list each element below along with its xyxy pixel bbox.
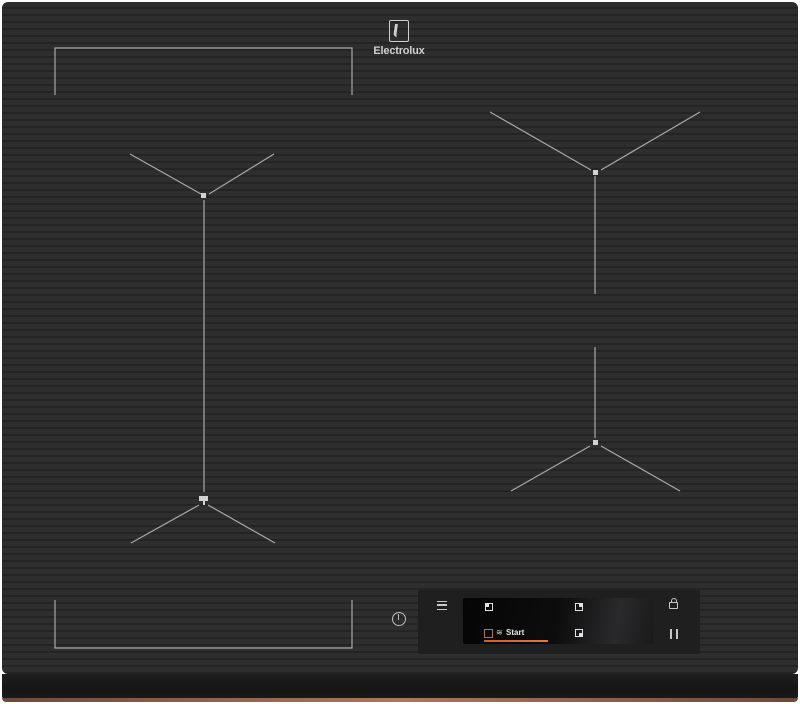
left-zone-upper-left-arm	[129, 153, 202, 195]
zone-bottom-right-icon[interactable]	[575, 629, 583, 637]
start-indicator-bar	[484, 640, 548, 642]
left-zone-lower-left-arm	[130, 504, 200, 544]
right-lower-zone-left-arm	[510, 445, 591, 492]
left-zone-upper-right-arm	[208, 153, 275, 195]
cooktop-image: Electrolux ≋ Start	[0, 0, 800, 704]
power-icon[interactable]	[392, 612, 406, 626]
zone-bottom-left-icon[interactable]	[484, 629, 493, 638]
cooking-zone-markings	[54, 47, 701, 649]
wifi-icon: ≋	[496, 628, 503, 637]
left-zone-upper-dot	[201, 193, 206, 198]
right-upper-zone-left-arm	[489, 111, 592, 171]
right-lower-zone-dot	[593, 440, 598, 445]
brand-name: Electrolux	[373, 45, 425, 57]
menu-icon[interactable]	[437, 601, 447, 610]
right-lower-zone-right-arm	[600, 445, 681, 492]
glass-cooktop-surface	[2, 2, 798, 674]
electrolux-logo-icon	[389, 20, 409, 42]
zone-top-right-icon[interactable]	[575, 603, 583, 611]
pause-icon[interactable]	[670, 629, 678, 639]
brand-logo: Electrolux	[360, 20, 438, 57]
lock-icon[interactable]	[669, 598, 678, 609]
left-zone-pan-icon	[199, 496, 208, 501]
zone-top-left-icon[interactable]	[485, 603, 493, 611]
left-zone-lower-right-arm	[207, 504, 276, 544]
right-upper-zone-right-arm	[600, 111, 701, 171]
bottom-left-bridge-marker	[54, 600, 353, 649]
cooktop-trim	[2, 698, 798, 702]
cooktop-front-edge	[2, 674, 798, 700]
right-upper-zone-dot	[593, 170, 598, 175]
left-zone-pan-icon-stem	[203, 501, 205, 505]
top-left-bridge-marker	[54, 47, 353, 95]
start-button[interactable]: Start	[506, 628, 524, 638]
